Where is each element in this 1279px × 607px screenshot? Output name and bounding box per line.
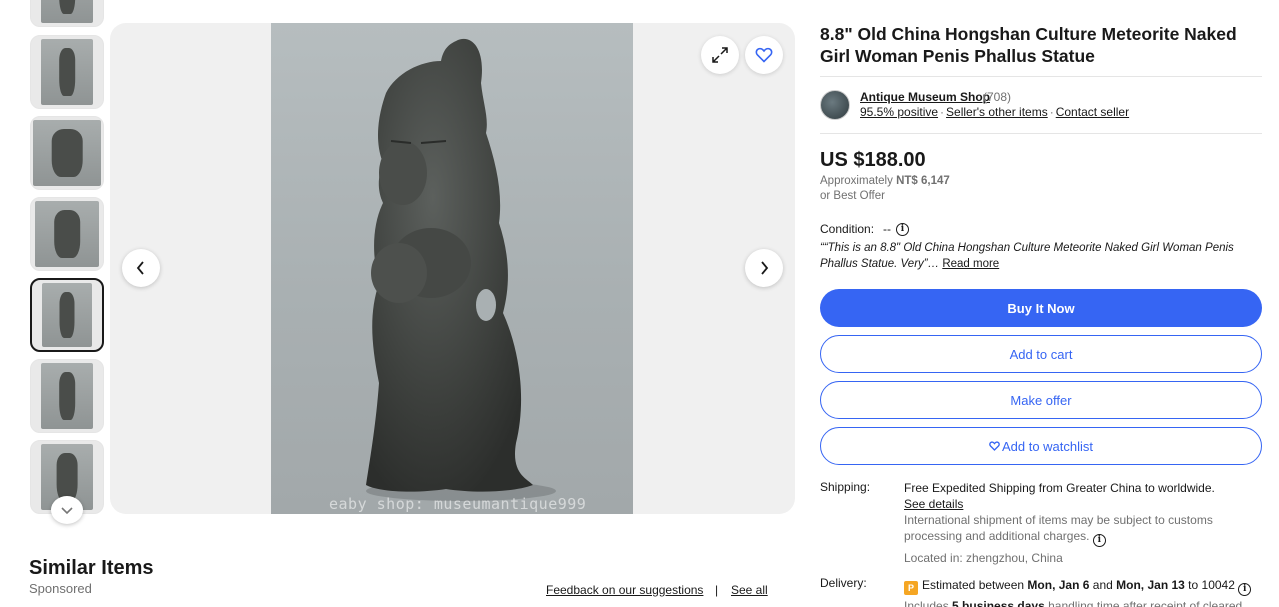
statue-figure <box>59 372 75 420</box>
thumbnail-item[interactable] <box>30 116 104 190</box>
expand-icon <box>712 47 728 63</box>
approx-price: Approximately NT$ 6,147 <box>820 175 950 187</box>
thumbnail-image <box>42 283 92 347</box>
thumbnail-scroll-down-button[interactable] <box>51 496 83 524</box>
see-all-link[interactable]: See all <box>731 583 768 597</box>
delivery-zip[interactable]: to 10042 <box>1188 578 1235 592</box>
dot-separator: · <box>1049 105 1054 119</box>
approx-prefix: Approximately <box>820 175 893 187</box>
delivery-info: P Estimated between Mon, Jan 6 and Mon, J… <box>904 575 1262 607</box>
sponsored-label: Sponsored <box>29 581 92 596</box>
contact-seller-link[interactable]: Contact seller <box>1056 105 1129 119</box>
thumbnail-image <box>35 201 99 267</box>
thumbnail-image <box>41 363 93 429</box>
info-icon[interactable]: i <box>1092 534 1106 547</box>
statue-figure <box>54 210 80 258</box>
thumbnail-item-selected[interactable] <box>30 278 104 352</box>
dot-separator: · <box>940 105 945 119</box>
listing-title: 8.8" Old China Hongshan Culture Meteorit… <box>820 24 1237 66</box>
condition-quote: ““This is an 8.8" Old China Hongshan Cul… <box>820 242 1234 270</box>
thumbnail-image <box>41 0 93 23</box>
seller-positive-link[interactable]: 95.5% positive <box>860 105 938 119</box>
delivery-and: and <box>1092 578 1113 592</box>
thumbnail-item[interactable] <box>30 35 104 109</box>
approx-value: NT$ 6,147 <box>896 175 950 187</box>
image-watermark: eaby shop: museumantique999 <box>329 495 587 513</box>
statue-figure <box>59 0 75 14</box>
add-to-cart-button[interactable]: Add to cart <box>820 335 1262 373</box>
item-location: Located in: zhengzhou, China <box>904 551 1063 565</box>
shipping-main: Free Expedited Shipping from Greater Chi… <box>904 480 1262 496</box>
delivery-badge-icon: P <box>904 581 918 595</box>
chevron-down-icon <box>61 507 73 515</box>
see-details-link[interactable]: See details <box>904 497 963 511</box>
add-to-watchlist-button[interactable]: Add to watchlist <box>820 427 1262 465</box>
thumbnail-item[interactable] <box>30 359 104 433</box>
make-offer-button[interactable]: Make offer <box>820 381 1262 419</box>
seller-links: 95.5% positive · Seller's other items · Cont… <box>860 105 1129 119</box>
seller-other-items-link[interactable]: Seller's other items <box>946 105 1048 119</box>
chevron-left-icon <box>136 261 144 275</box>
feedback-suggestions-link[interactable]: Feedback on our suggestions <box>546 583 703 597</box>
watchlist-label: Add to watchlist <box>1001 438 1094 454</box>
shipping-main-text: Expedited Shipping from Greater China to… <box>932 481 1215 495</box>
thumbnail-image <box>41 39 93 105</box>
link-separator: | <box>715 583 719 597</box>
statue-figure <box>56 453 78 501</box>
condition-description: ““This is an 8.8" Old China Hongshan Cul… <box>820 240 1262 272</box>
item-price: US $188.00 <box>820 149 926 171</box>
shipping-free: Free <box>904 481 929 495</box>
shipping-label: Shipping: <box>820 480 871 494</box>
divider <box>820 76 1262 77</box>
international-note: International shipment of items may be s… <box>904 512 1262 547</box>
statue-figure <box>59 291 75 339</box>
delivery-date-end: Mon, Jan 13 <box>1116 578 1185 592</box>
seller-feedback-count: (708) <box>983 90 1012 104</box>
statue-figure <box>51 129 83 177</box>
thumbnail-image <box>33 120 101 186</box>
similar-items-heading: Similar Items <box>29 557 154 579</box>
condition-label: Condition: <box>820 222 875 236</box>
info-icon[interactable]: i <box>896 223 909 236</box>
thumbnail-item[interactable] <box>30 197 104 271</box>
delivery-est-prefix: Estimated between <box>922 578 1025 592</box>
heart-icon <box>989 441 1000 451</box>
next-image-button[interactable] <box>745 249 783 287</box>
thumbnail-item[interactable] <box>30 0 104 27</box>
delivery-date-start: Mon, Jan 6 <box>1027 578 1090 592</box>
handling-prefix: Includes <box>904 599 949 607</box>
chevron-right-icon <box>761 261 769 275</box>
expand-image-button[interactable] <box>701 36 739 74</box>
seller-avatar[interactable] <box>820 90 850 120</box>
statue-illustration <box>366 38 556 501</box>
handling-suffix: handling time after receipt of cleared <box>1048 599 1243 607</box>
divider <box>820 133 1262 134</box>
main-image-gallery: eaby shop: museumantique999 <box>110 23 795 514</box>
read-more-link[interactable]: Read more <box>942 258 999 270</box>
info-icon[interactable]: i <box>1238 583 1252 596</box>
condition-value: -- <box>883 222 891 236</box>
buy-it-now-button[interactable]: Buy It Now <box>820 289 1262 327</box>
previous-image-button[interactable] <box>122 249 160 287</box>
heart-icon <box>755 47 773 63</box>
statue-figure <box>59 48 75 96</box>
main-product-image[interactable]: eaby shop: museumantique999 <box>271 23 633 514</box>
seller-name-link[interactable]: Antique Museum Shop <box>860 90 990 104</box>
add-to-watchlist-heart-button[interactable] <box>745 36 783 74</box>
delivery-label: Delivery: <box>820 576 867 590</box>
intl-note-text: International shipment of items may be s… <box>904 513 1213 543</box>
shipping-info: Free Expedited Shipping from Greater Chi… <box>904 480 1262 566</box>
best-offer-label: or Best Offer <box>820 190 885 202</box>
thumbnail-strip <box>29 0 105 520</box>
handling-days: 5 business days <box>952 599 1045 607</box>
